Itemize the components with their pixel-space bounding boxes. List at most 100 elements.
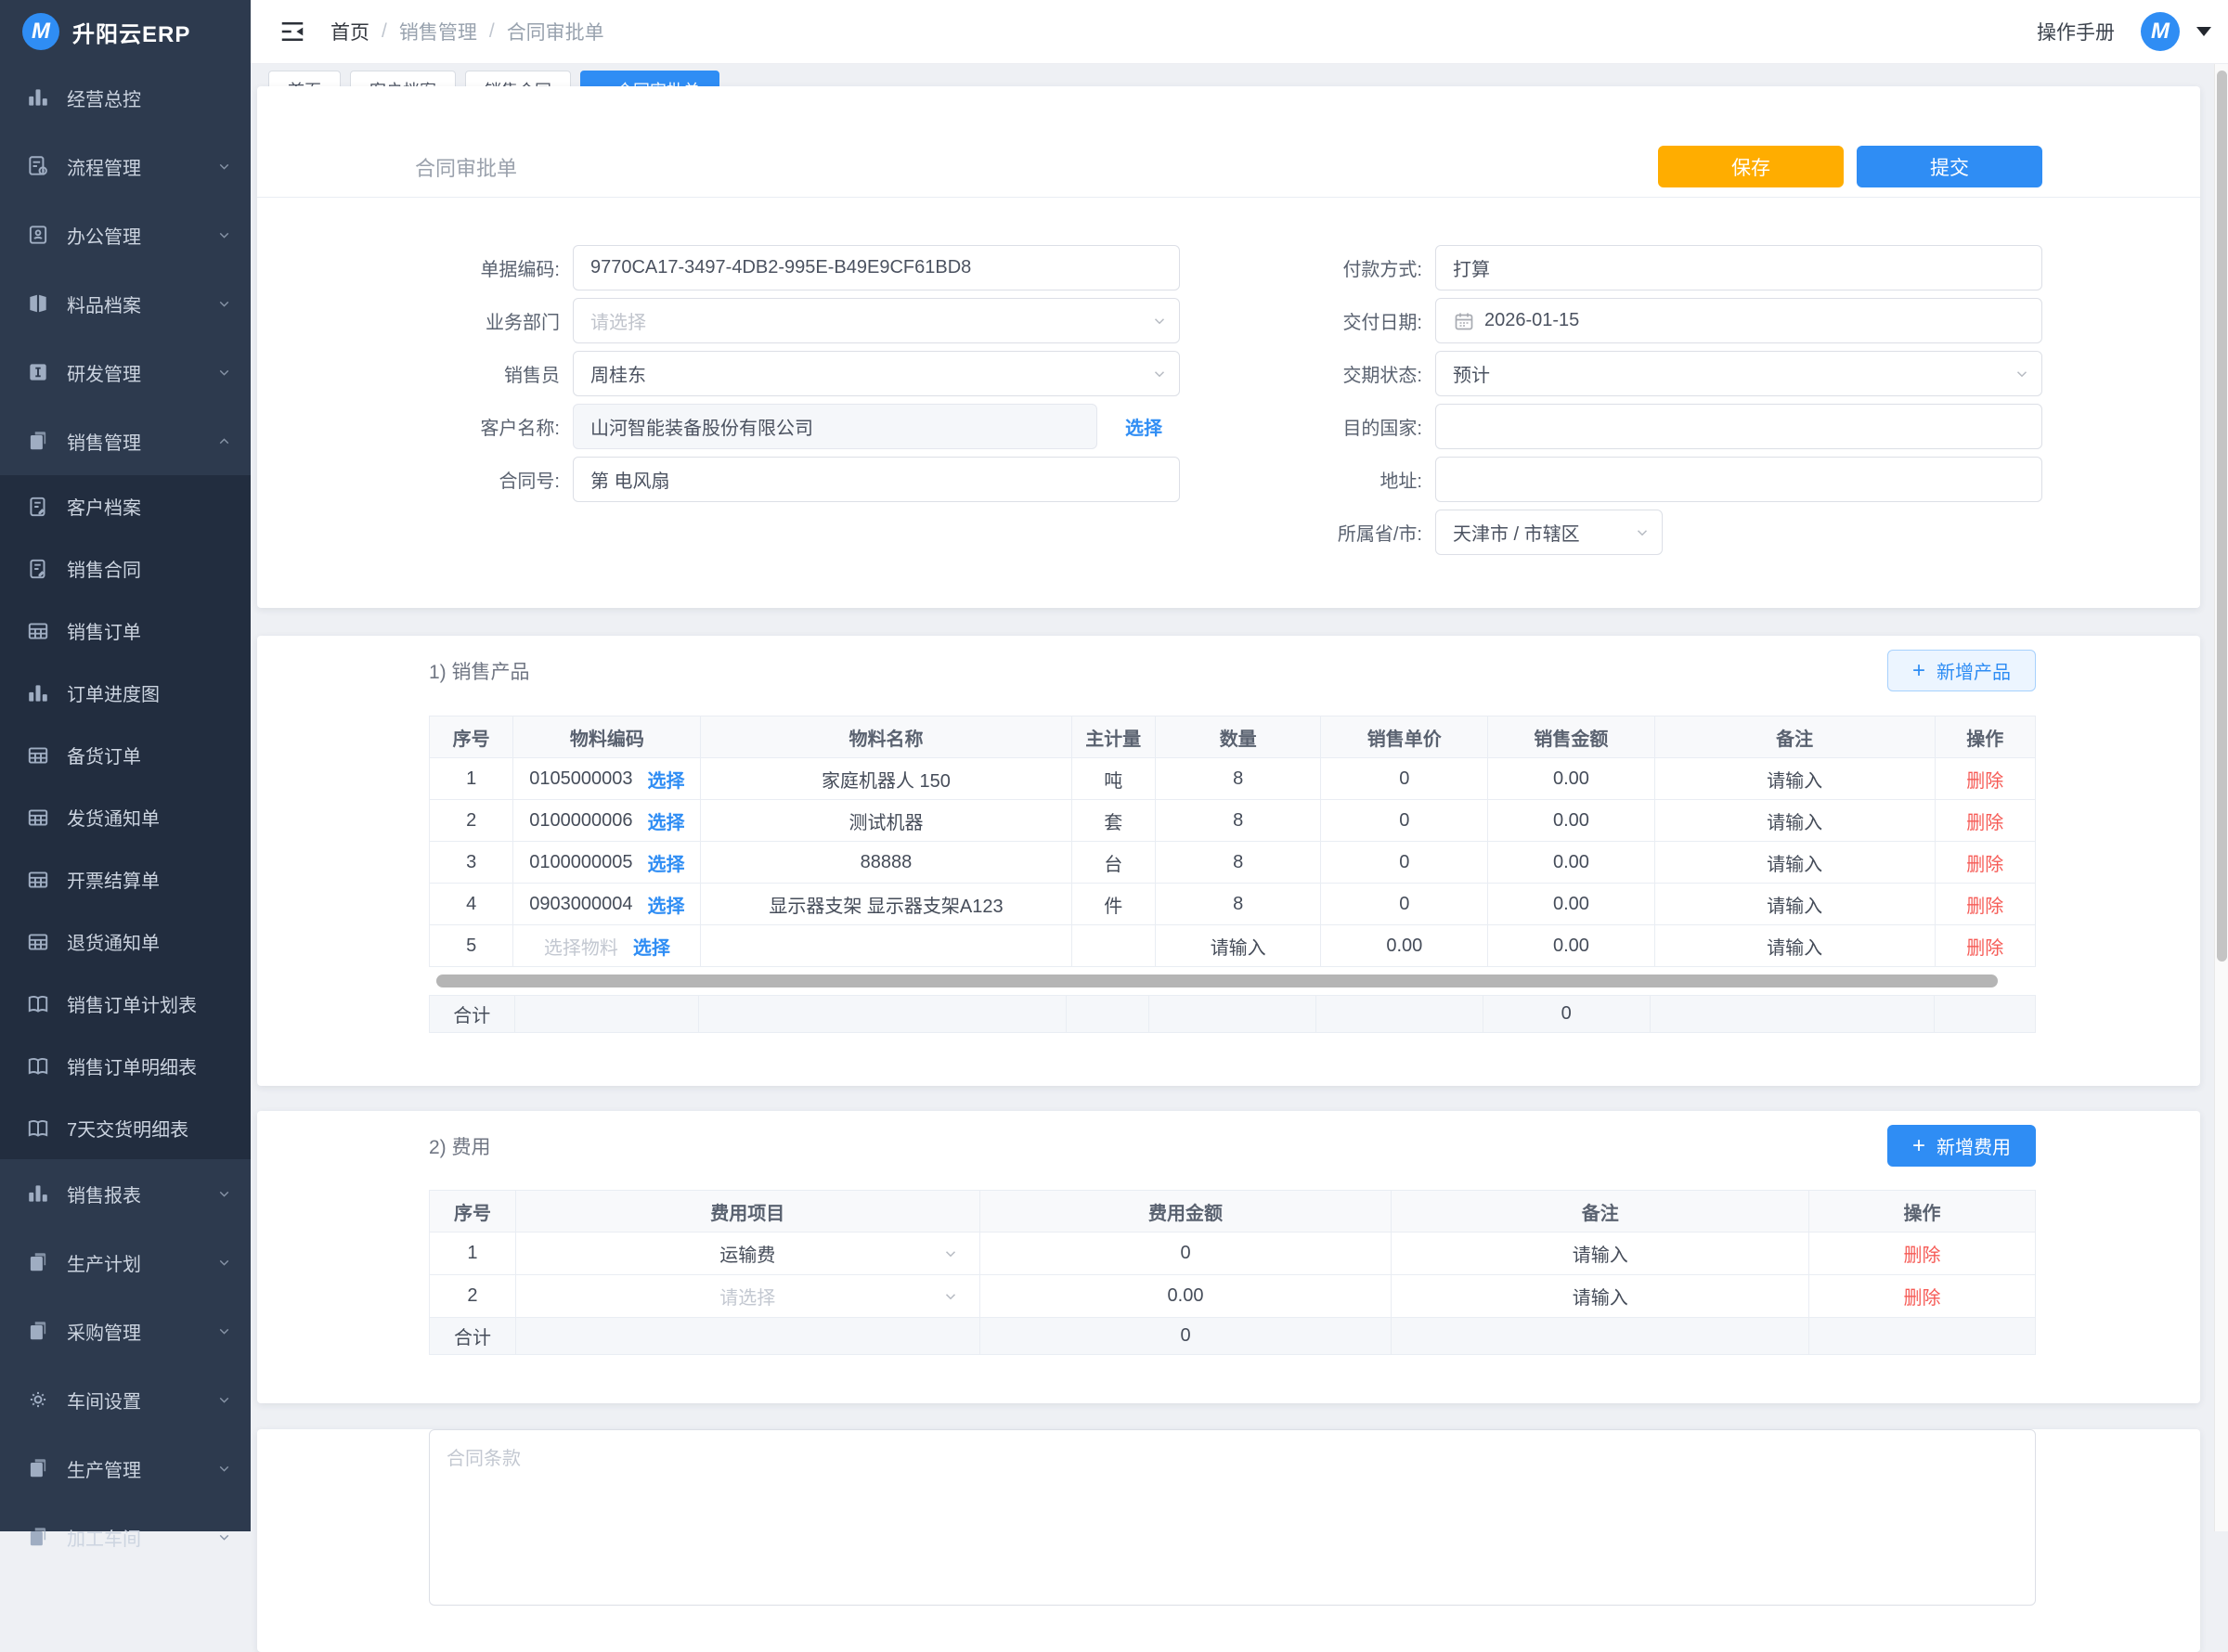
sidebar-item-dashboard[interactable]: 经营总控 bbox=[0, 63, 251, 132]
sidebar-item-purchasing[interactable]: 采购管理 bbox=[0, 1297, 251, 1365]
delete-row-link[interactable]: 删除 bbox=[1966, 938, 2003, 959]
customer-select-link[interactable]: 选择 bbox=[1125, 413, 1162, 440]
cell-fee-amount[interactable]: 0.00 bbox=[979, 1275, 1392, 1318]
avatar-letter: M bbox=[2151, 19, 2170, 45]
avatar-dropdown-caret[interactable] bbox=[2196, 27, 2211, 36]
sidebar-item-stock-order[interactable]: 备货订单 bbox=[0, 724, 251, 786]
cell-amount[interactable]: 0.00 bbox=[1488, 842, 1655, 884]
avatar[interactable]: M bbox=[2141, 12, 2180, 51]
sidebar-item-sales-report[interactable]: 销售报表 bbox=[0, 1159, 251, 1228]
select-material-link[interactable]: 选择 bbox=[648, 849, 685, 876]
delivery-status-select[interactable]: 预计 bbox=[1435, 351, 2042, 396]
cell-amount[interactable]: 0.00 bbox=[1488, 925, 1655, 967]
select-material-link[interactable]: 选择 bbox=[648, 807, 685, 834]
sidebar-item-machining-workshop[interactable]: 加工车间 bbox=[0, 1503, 251, 1571]
sidebar-item-label: 客户档案 bbox=[67, 493, 141, 520]
sidebar-item-label: 销售报表 bbox=[67, 1181, 141, 1207]
manual-link[interactable]: 操作手册 bbox=[2037, 18, 2115, 45]
cell-seq: 2 bbox=[430, 800, 513, 842]
contract-no-value: 第 电风扇 bbox=[590, 466, 670, 493]
cell-remark[interactable]: 请输入 bbox=[1654, 800, 1935, 842]
delete-row-link[interactable]: 删除 bbox=[1904, 1288, 1941, 1309]
cell-amount[interactable]: 0.00 bbox=[1488, 758, 1655, 800]
bar-chart-icon bbox=[26, 85, 50, 110]
main-area: 首页 / 销售管理 / 合同审批单 操作手册 M 首页 客户档案 销售合同 合同… bbox=[251, 0, 2228, 1531]
sidebar-collapse-icon[interactable] bbox=[278, 18, 306, 45]
sidebar-item-production-plan[interactable]: 生产计划 bbox=[0, 1228, 251, 1297]
fee-item-select[interactable]: 运输费 bbox=[515, 1233, 979, 1275]
col-unit: 主计量 bbox=[1071, 716, 1155, 758]
sidebar-item-rd[interactable]: 研发管理 bbox=[0, 338, 251, 407]
sidebar-item-materials[interactable]: 料品档案 bbox=[0, 269, 251, 338]
terms-placeholder: 合同条款 bbox=[447, 1449, 521, 1469]
cell-price[interactable]: 0 bbox=[1321, 842, 1488, 884]
cell-remark[interactable]: 请输入 bbox=[1392, 1275, 1809, 1318]
cell-qty[interactable]: 8 bbox=[1155, 884, 1321, 925]
sidebar-item-sales-contract[interactable]: 销售合同 bbox=[0, 537, 251, 600]
contract-terms-textarea[interactable]: 合同条款 bbox=[429, 1429, 2036, 1606]
cell-price[interactable]: 0.00 bbox=[1321, 925, 1488, 967]
cell-price[interactable]: 0 bbox=[1321, 800, 1488, 842]
products-head: 1) 销售产品 + 新增产品 bbox=[257, 636, 2200, 691]
cell-qty[interactable]: 请输入 bbox=[1155, 925, 1321, 967]
province-select[interactable]: 天津市 / 市辖区 bbox=[1435, 510, 1663, 555]
add-product-button[interactable]: + 新增产品 bbox=[1887, 650, 2036, 691]
save-button[interactable]: 保存 bbox=[1658, 146, 1844, 187]
payment-label: 付款方式: bbox=[1277, 254, 1435, 281]
horizontal-scrollbar-thumb[interactable] bbox=[436, 974, 1998, 987]
add-fee-button[interactable]: + 新增费用 bbox=[1887, 1125, 2036, 1167]
sidebar-item-office[interactable]: 办公管理 bbox=[0, 200, 251, 269]
contract-no-input[interactable]: 第 电风扇 bbox=[573, 457, 1180, 502]
sidebar-item-process[interactable]: 流程管理 bbox=[0, 132, 251, 200]
sidebar-item-customer-files[interactable]: 客户档案 bbox=[0, 475, 251, 537]
cell-price[interactable]: 0 bbox=[1321, 884, 1488, 925]
payment-input[interactable]: 打算 bbox=[1435, 245, 2042, 290]
sidebar-item-order-plan-report[interactable]: 销售订单计划表 bbox=[0, 973, 251, 1035]
department-select[interactable]: 请选择 bbox=[573, 298, 1180, 343]
delivery-date-input[interactable]: 2026-01-15 bbox=[1435, 298, 2042, 343]
dest-country-input[interactable] bbox=[1435, 404, 2042, 449]
select-material-link[interactable]: 选择 bbox=[648, 891, 685, 918]
sidebar-item-shipping-notice[interactable]: 发货通知单 bbox=[0, 786, 251, 848]
cell-price[interactable]: 0 bbox=[1321, 758, 1488, 800]
sidebar-item-sales-order[interactable]: 销售订单 bbox=[0, 600, 251, 662]
cell-fee-amount[interactable]: 0 bbox=[979, 1233, 1392, 1275]
page-scrollbar-thumb[interactable] bbox=[2217, 71, 2227, 962]
delete-row-link[interactable]: 删除 bbox=[1966, 855, 2003, 875]
sidebar-item-invoice-settlement[interactable]: 开票结算单 bbox=[0, 848, 251, 910]
cell-remark[interactable]: 请输入 bbox=[1654, 758, 1935, 800]
cell-remark[interactable]: 请输入 bbox=[1654, 884, 1935, 925]
address-input[interactable] bbox=[1435, 457, 2042, 502]
material-code: 0903000004 bbox=[529, 894, 632, 915]
delete-row-link[interactable]: 删除 bbox=[1966, 897, 2003, 917]
delete-row-link[interactable]: 删除 bbox=[1966, 813, 2003, 833]
breadcrumb-home[interactable]: 首页 bbox=[330, 18, 369, 45]
cell-qty[interactable]: 8 bbox=[1155, 758, 1321, 800]
select-material-link[interactable]: 选择 bbox=[633, 933, 670, 960]
document-edit-icon bbox=[26, 557, 50, 581]
cell-remark[interactable]: 请输入 bbox=[1392, 1233, 1809, 1275]
delete-row-link[interactable]: 删除 bbox=[1904, 1245, 1941, 1266]
delete-row-link[interactable]: 删除 bbox=[1966, 771, 2003, 792]
fee-item-select[interactable]: 请选择 bbox=[515, 1275, 979, 1318]
cell-amount[interactable]: 0.00 bbox=[1488, 800, 1655, 842]
salesman-select[interactable]: 周桂东 bbox=[573, 351, 1180, 396]
doc-code-input[interactable]: 9770CA17-3497-4DB2-995E-B49E9CF61BD8 bbox=[573, 245, 1180, 290]
sidebar-item-order-detail-report[interactable]: 销售订单明细表 bbox=[0, 1035, 251, 1097]
sidebar-item-production-mgmt[interactable]: 生产管理 bbox=[0, 1434, 251, 1503]
sidebar-item-sales[interactable]: 销售管理 bbox=[0, 407, 251, 475]
cell-qty[interactable]: 8 bbox=[1155, 800, 1321, 842]
cell-amount[interactable]: 0.00 bbox=[1488, 884, 1655, 925]
breadcrumb-sales[interactable]: 销售管理 bbox=[399, 18, 477, 45]
sidebar-item-workshop-settings[interactable]: 车间设置 bbox=[0, 1365, 251, 1434]
open-book-icon bbox=[26, 1116, 50, 1141]
sidebar-item-return-notice[interactable]: 退货通知单 bbox=[0, 910, 251, 973]
sidebar-item-7day-delivery-report[interactable]: 7天交货明细表 bbox=[0, 1097, 251, 1159]
cell-remark[interactable]: 请输入 bbox=[1654, 842, 1935, 884]
sidebar-item-label: 销售订单明细表 bbox=[67, 1052, 197, 1079]
cell-remark[interactable]: 请输入 bbox=[1654, 925, 1935, 967]
sidebar-item-order-progress[interactable]: 订单进度图 bbox=[0, 662, 251, 724]
cell-qty[interactable]: 8 bbox=[1155, 842, 1321, 884]
select-material-link[interactable]: 选择 bbox=[648, 766, 685, 793]
submit-button[interactable]: 提交 bbox=[1857, 146, 2042, 187]
